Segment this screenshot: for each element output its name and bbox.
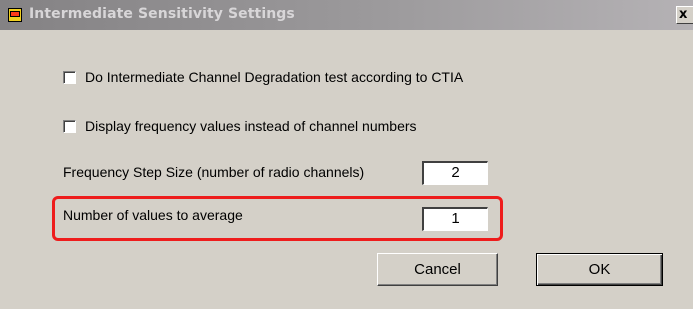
close-button[interactable]: x xyxy=(676,6,693,24)
frequency-display-label: Display frequency values instead of chan… xyxy=(85,118,417,134)
ctia-option[interactable]: Do Intermediate Channel Degradation test… xyxy=(63,69,463,85)
ok-button[interactable]: OK xyxy=(536,253,663,286)
cancel-button[interactable]: Cancel xyxy=(377,253,498,286)
average-count-field[interactable]: 1 xyxy=(422,207,488,231)
average-count-label: Number of values to average xyxy=(63,207,243,223)
app-icon xyxy=(8,8,22,22)
frequency-display-option[interactable]: Display frequency values instead of chan… xyxy=(63,118,417,134)
intermediate-sensitivity-dialog: Intermediate Sensitivity Settings x Do I… xyxy=(0,0,693,309)
title-bar[interactable]: Intermediate Sensitivity Settings x xyxy=(0,0,693,30)
window-title: Intermediate Sensitivity Settings xyxy=(29,6,295,22)
ctia-checkbox[interactable] xyxy=(63,70,76,84)
ctia-label: Do Intermediate Channel Degradation test… xyxy=(85,69,464,85)
step-size-label: Frequency Step Size (number of radio cha… xyxy=(63,164,365,180)
frequency-display-checkbox[interactable] xyxy=(63,119,76,133)
step-size-field[interactable]: 2 xyxy=(422,161,488,185)
